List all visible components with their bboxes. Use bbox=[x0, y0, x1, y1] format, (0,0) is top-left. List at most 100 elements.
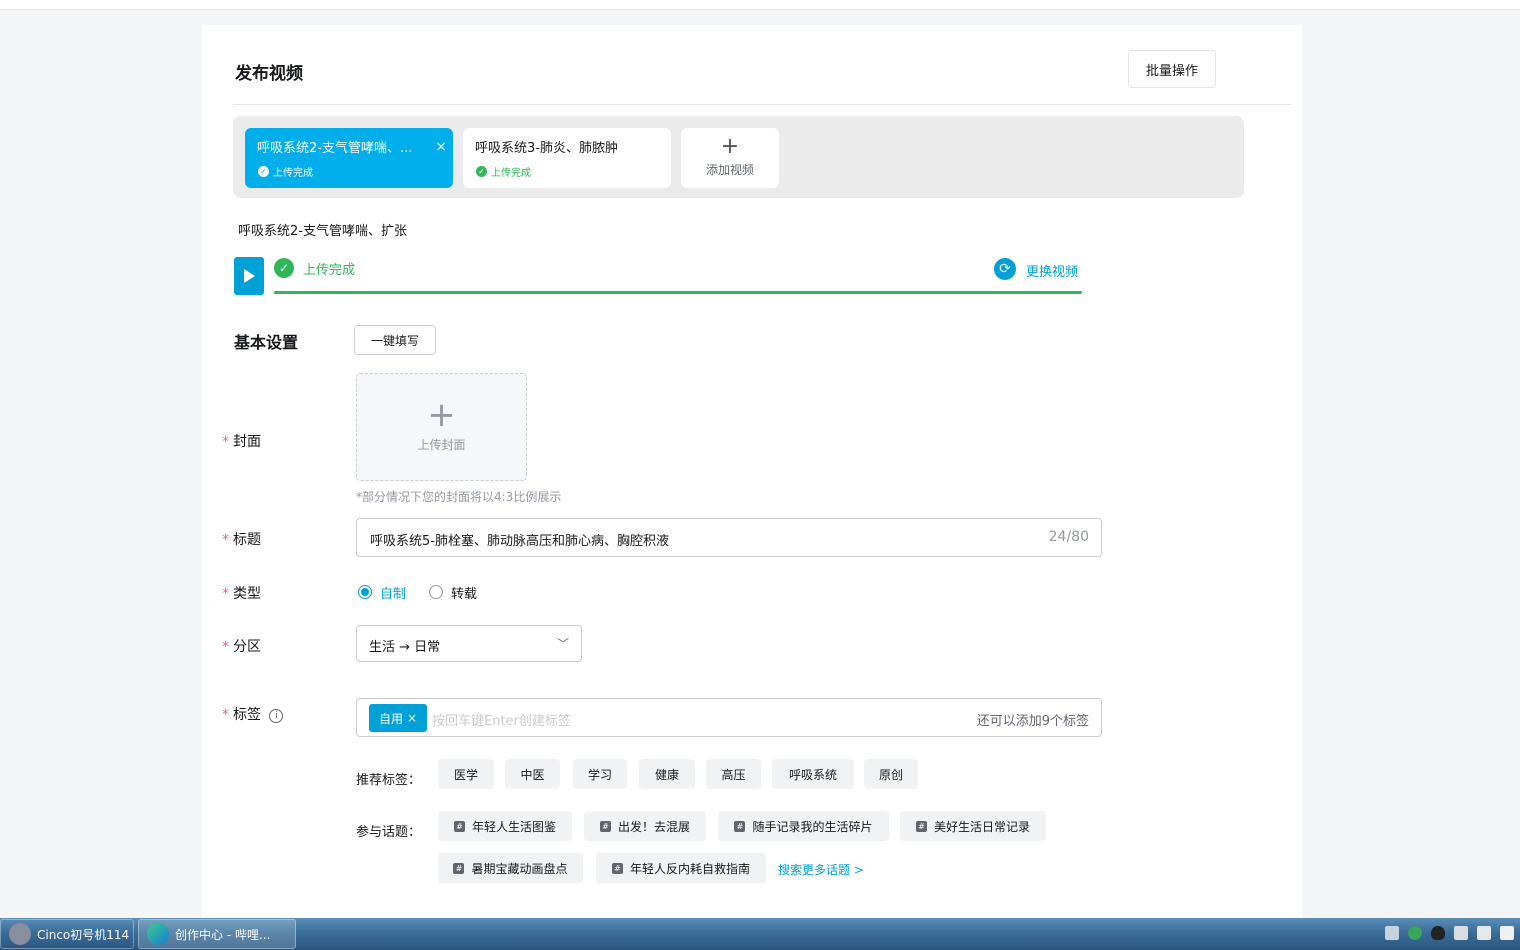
topic-label: 美好生活日常记录 bbox=[933, 819, 1030, 834]
hash-icon: # bbox=[599, 820, 611, 832]
topic-label: 暑期宝藏动画盘点 bbox=[471, 861, 568, 876]
browser-top-edge bbox=[0, 0, 1520, 10]
title-label: * 标题 bbox=[222, 529, 261, 549]
zone-select[interactable]: 生活 → 日常 ﹀ bbox=[356, 625, 582, 662]
cover-upload-label: 上传封面 bbox=[417, 438, 466, 452]
recommended-tag[interactable]: 健康 bbox=[639, 759, 695, 789]
hash-icon: # bbox=[915, 820, 927, 832]
recommended-tag[interactable]: 医学 bbox=[438, 759, 494, 789]
edge-browser-icon bbox=[147, 923, 169, 945]
check-icon: ✓ bbox=[476, 166, 487, 177]
video-card-status: ✓ 上传完成 bbox=[476, 164, 531, 179]
topic-label: 随手记录我的生活碎片 bbox=[752, 819, 873, 834]
refresh-icon[interactable]: ⟳ bbox=[994, 258, 1016, 280]
publish-panel: 发布视频 批量操作 呼吸系统2-支气管哮喘、... × ✓ 上传完成 呼吸系统3… bbox=[202, 25, 1302, 920]
video-card-status: ✓ 上传完成 bbox=[258, 164, 313, 179]
recommended-tag[interactable]: 中医 bbox=[505, 759, 560, 789]
qq-icon[interactable] bbox=[1431, 926, 1445, 940]
add-video-button[interactable]: + 添加视频 bbox=[681, 128, 779, 188]
topic-label: 出发！去混展 bbox=[617, 819, 690, 834]
batch-operation-button[interactable]: 批量操作 bbox=[1128, 50, 1216, 88]
chevron-down-icon: ﹀ bbox=[556, 637, 569, 651]
topic-item[interactable]: # 出发！去混展 bbox=[584, 811, 706, 841]
network-icon[interactable] bbox=[1454, 926, 1468, 940]
video-file-icon bbox=[234, 257, 264, 295]
volume-icon[interactable] bbox=[1500, 926, 1514, 940]
display-icon[interactable] bbox=[1477, 926, 1491, 940]
tags-label-text: 标签 bbox=[233, 707, 261, 723]
topic-item[interactable]: # 年轻人反内耗自救指南 bbox=[596, 853, 766, 883]
close-icon[interactable]: × bbox=[407, 711, 417, 725]
video-card-name: 呼吸系统3-肺炎、肺脓肿 bbox=[475, 141, 618, 156]
topic-item[interactable]: # 美好生活日常记录 bbox=[900, 811, 1046, 841]
plus-icon: + bbox=[427, 395, 456, 435]
title-input-value[interactable]: 呼吸系统5-肺栓塞、肺动脉高压和肺心病、胸腔积液 bbox=[370, 530, 669, 549]
title-label-text: 标题 bbox=[233, 532, 261, 548]
required-mark: * bbox=[222, 586, 229, 602]
section-title: 基本设置 bbox=[234, 333, 299, 352]
topic-item[interactable]: # 年轻人生活图鉴 bbox=[438, 811, 572, 841]
taskbar-item-label: Cinco初号机114 bbox=[37, 927, 130, 942]
taskbar-item-active[interactable]: 创作中心 - 哔哩... bbox=[138, 919, 296, 949]
topic-item[interactable]: # 暑期宝藏动画盘点 bbox=[438, 853, 583, 883]
app-tray-icon[interactable] bbox=[1408, 926, 1422, 940]
taskbar: Cinco初号机114 创作中心 - 哔哩... bbox=[0, 918, 1520, 950]
recommended-tag[interactable]: 原创 bbox=[864, 759, 918, 789]
user-avatar-icon bbox=[9, 923, 31, 945]
radio-repost[interactable] bbox=[429, 585, 443, 599]
title-char-count: 24/80 bbox=[1048, 529, 1089, 545]
video-card-name: 呼吸系统2-支气管哮喘、... bbox=[257, 141, 413, 156]
tag-input[interactable]: 自用 × 按回车键Enter创建标签 还可以添加9个标签 bbox=[356, 698, 1102, 737]
system-tray bbox=[1385, 926, 1514, 940]
radio-self-made-label[interactable]: 自制 bbox=[380, 583, 406, 602]
topic-item[interactable]: # 随手记录我的生活碎片 bbox=[718, 811, 889, 841]
upload-progress-bar bbox=[274, 291, 1082, 294]
radio-self-made[interactable] bbox=[358, 585, 372, 599]
tag-chip: 自用 × bbox=[369, 704, 428, 732]
type-label: * 类型 bbox=[222, 583, 261, 603]
topic-label: 年轻人反内耗自救指南 bbox=[629, 861, 750, 876]
taskbar-item-label: 创作中心 - 哔哩... bbox=[175, 927, 271, 942]
video-card-1[interactable]: 呼吸系统2-支气管哮喘、... × ✓ 上传完成 bbox=[245, 128, 453, 188]
title-input[interactable]: 呼吸系统5-肺栓塞、肺动脉高压和肺心病、胸腔积液 24/80 bbox=[356, 518, 1102, 557]
tags-label: * 标签 i bbox=[222, 704, 284, 724]
check-icon: ✓ bbox=[258, 166, 269, 177]
recommended-tag[interactable]: 高压 bbox=[706, 759, 761, 789]
required-mark: * bbox=[222, 639, 229, 655]
tag-chip-label: 自用 bbox=[379, 711, 404, 726]
page-title: 发布视频 bbox=[235, 64, 303, 84]
zone-label-text: 分区 bbox=[233, 639, 261, 655]
topics-label: 参与话题： bbox=[356, 825, 422, 840]
add-video-label: 添加视频 bbox=[705, 163, 754, 177]
close-icon[interactable]: × bbox=[435, 139, 447, 155]
upload-status: 上传完成 bbox=[303, 263, 356, 278]
cover-upload-box[interactable]: + 上传封面 bbox=[356, 373, 527, 481]
radio-repost-label[interactable]: 转载 bbox=[451, 583, 477, 602]
taskbar-item[interactable]: Cinco初号机114 bbox=[0, 919, 134, 949]
current-file-name: 呼吸系统2-支气管哮喘、扩张 bbox=[238, 224, 407, 239]
topic-label: 年轻人生活图鉴 bbox=[471, 819, 556, 834]
info-icon[interactable]: i bbox=[269, 709, 284, 723]
cover-label: * 封面 bbox=[222, 431, 261, 451]
video-card-2[interactable]: 呼吸系统3-肺炎、肺脓肿 ✓ 上传完成 bbox=[463, 128, 671, 188]
type-label-text: 类型 bbox=[233, 586, 261, 602]
recommended-tags-label: 推荐标签： bbox=[356, 773, 422, 788]
zone-label: * 分区 bbox=[222, 636, 261, 656]
hash-icon: # bbox=[453, 820, 465, 832]
required-mark: * bbox=[222, 532, 229, 548]
hash-icon: # bbox=[453, 862, 465, 874]
autofill-button[interactable]: 一键填写 bbox=[354, 325, 436, 355]
search-more-topics-link[interactable]: 搜索更多话题 > bbox=[778, 861, 864, 878]
tag-input-placeholder[interactable]: 按回车键Enter创建标签 bbox=[432, 710, 571, 729]
recommended-tag[interactable]: 呼吸系统 bbox=[772, 759, 854, 789]
recommended-tag[interactable]: 学习 bbox=[573, 759, 627, 789]
video-card-status-text: 上传完成 bbox=[491, 168, 531, 179]
hash-icon: # bbox=[734, 820, 746, 832]
replace-video-link[interactable]: 更换视频 bbox=[1026, 261, 1078, 280]
hash-icon: # bbox=[611, 862, 623, 874]
required-mark: * bbox=[222, 707, 229, 723]
plus-icon: + bbox=[720, 134, 740, 159]
tag-remaining-count: 还可以添加9个标签 bbox=[976, 714, 1089, 729]
header-divider bbox=[233, 104, 1291, 105]
keyboard-icon[interactable] bbox=[1385, 926, 1399, 940]
